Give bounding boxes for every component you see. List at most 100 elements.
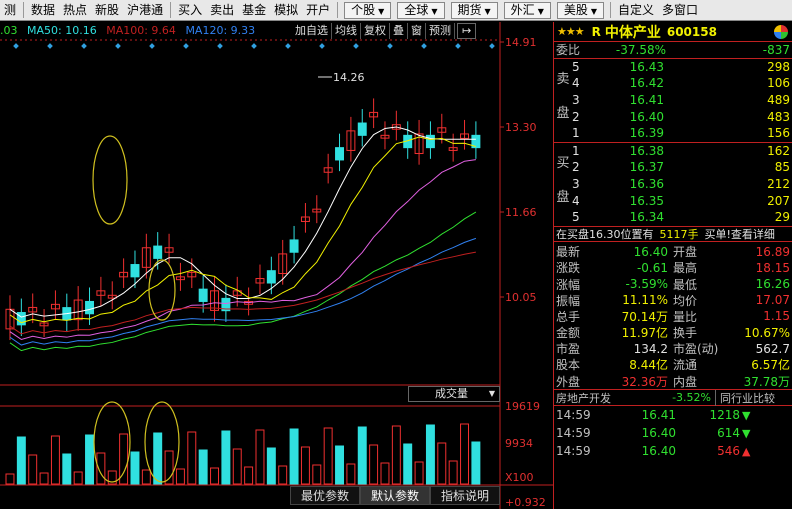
chevron-down-icon: ▼ (488, 389, 495, 398)
tick-volume: 614 (717, 426, 740, 441)
buy-level-row[interactable]: 5 16.34 29 (554, 209, 792, 226)
default-params-button[interactable]: 默认参数 (360, 486, 431, 505)
toolbar-item-ipo[interactable]: 新股 (91, 1, 123, 20)
sell-side-char: 卖 (556, 71, 570, 87)
indicator-help-button[interactable]: 指标说明 (430, 486, 501, 505)
candle-body (335, 147, 344, 161)
overlay-button[interactable]: 叠 (390, 23, 408, 39)
volume-bar (153, 432, 163, 485)
dropdown-global[interactable]: 全球 ▼ (397, 1, 445, 19)
ma-line-white (9, 126, 476, 318)
volume-indicator-select[interactable]: 成交量 ▼ (408, 386, 500, 402)
highlight-ellipse (148, 259, 176, 321)
industry-compare-button[interactable]: 同行业比较 (715, 389, 792, 406)
marker-diamond (47, 43, 53, 49)
marker-diamond (217, 43, 223, 49)
buy-level-row[interactable]: 3 16.36 212 (554, 176, 792, 193)
volume-bar (357, 426, 367, 485)
margin-mark: R (591, 24, 601, 39)
toolbar-item-multi-window[interactable]: 多窗口 (658, 1, 702, 20)
buy-level-number: 1 (572, 143, 580, 158)
quote-value: 1.15 (763, 309, 790, 324)
stock-header: ★★★ R 中体产业 600158 (554, 22, 792, 42)
toolbar-item-data[interactable]: 数据 (27, 1, 59, 20)
buy-level-number: 3 (572, 177, 580, 192)
dropdown-us-stocks[interactable]: 美股 ▼ (556, 1, 605, 19)
buy-level-volume: 207 (767, 193, 790, 208)
dropdown-futures-label: 期货 (457, 2, 482, 17)
dropdown-forex[interactable]: 外汇 ▼ (503, 1, 551, 19)
sell-level-volume: 298 (767, 59, 790, 74)
buy-side-char: 买 (556, 155, 570, 171)
pie-chart-icon[interactable] (774, 25, 788, 39)
window-button[interactable]: 窗 (408, 23, 426, 39)
sell-level-row[interactable]: 2 16.40 483 (554, 108, 792, 125)
ma100-value: MA100: 9.64 (106, 24, 176, 37)
buy-rows: 1 16.38 162 2 16.37 85 3 16.36 212 4 16.35 207 5 16.3… (554, 143, 792, 226)
quote-value: 32.36万 (621, 374, 668, 389)
dropdown-futures[interactable]: 期货 ▼ (450, 1, 498, 19)
ma-line-magenta (9, 159, 476, 340)
candle-body (130, 264, 140, 278)
best-params-button[interactable]: 最优参数 (290, 486, 361, 505)
marker-diamond (455, 43, 461, 49)
marker-diamond (489, 43, 495, 49)
toolbar-item-buy[interactable]: 买入 (174, 1, 206, 20)
weibi-label: 委比 (556, 43, 581, 58)
volume-bar (391, 425, 401, 485)
volume-bar (289, 428, 299, 485)
buy-level-row[interactable]: 2 16.37 85 (554, 159, 792, 176)
sector-name[interactable]: 房地产开发 (554, 390, 639, 406)
tick-row: 14:59 16.41 1218 ▼ (554, 406, 792, 424)
quote-value: 11.11% (622, 293, 668, 308)
volume-bar (39, 472, 49, 485)
expand-arrow-icon[interactable]: ↦ (457, 23, 477, 39)
volume-bar (448, 460, 458, 485)
buy-level-row[interactable]: 1 16.38 162 (554, 143, 792, 160)
quote-row: 外盘 32.36万 内盘 37.78万 (554, 373, 792, 389)
sell-level-price: 16.42 (629, 76, 664, 91)
toolbar-item-open-account[interactable]: 开户 (302, 1, 334, 20)
ma-button[interactable]: 均线 (332, 23, 361, 39)
marker-diamond (319, 43, 325, 49)
quote-value: 16.40 (633, 244, 668, 259)
sell-level-row[interactable]: 3 16.41 489 (554, 92, 792, 109)
add-watchlist-button[interactable]: 加自选 (292, 23, 332, 39)
toolbar-item-simulate[interactable]: 模拟 (270, 1, 302, 20)
position-notice[interactable]: 在买盘16.30位置有 5117手 买单!查看详细 (554, 227, 792, 242)
arrow-down-icon: ▼ (742, 426, 751, 440)
toolbar-item-hot[interactable]: 热点 (59, 1, 91, 20)
volume-bar (414, 461, 424, 485)
sell-level-row[interactable]: 4 16.42 106 (554, 75, 792, 92)
kline-chart[interactable]: 14.26 (0, 22, 553, 509)
quote-row: 涨幅 -3.59% 最低 16.26 (554, 276, 792, 292)
arrow-up-icon: ▲ (742, 444, 751, 458)
quote-value: 562.7 (755, 341, 790, 356)
tick-time: 14:59 (556, 426, 591, 441)
volume-bar (210, 467, 220, 485)
buy-level-volume: 85 (774, 160, 790, 175)
toolbar-item-hk-connect[interactable]: 沪港通 (123, 1, 167, 20)
candle-body (425, 134, 435, 149)
buy-level-number: 5 (572, 210, 580, 225)
tick-price: 16.40 (641, 426, 676, 441)
toolbar-cut-item[interactable]: 测 (0, 1, 20, 20)
volume-bar (16, 436, 26, 485)
toolbar-item-sell[interactable]: 卖出 (206, 1, 238, 20)
buy-level-row[interactable]: 4 16.35 207 (554, 192, 792, 209)
volume-bar (278, 465, 288, 485)
volume-bar (437, 442, 447, 485)
toolbar-item-custom[interactable]: 自定义 (614, 1, 658, 20)
volume-bar (28, 454, 38, 485)
sell-level-row[interactable]: 1 16.39 156 (554, 125, 792, 142)
forecast-button[interactable]: 预测 (426, 23, 455, 39)
adjust-button[interactable]: 复权 (361, 23, 390, 39)
dropdown-stock[interactable]: 个股 ▼ (344, 1, 392, 19)
arrow-down-icon: ▼ (742, 408, 751, 422)
toolbar-item-fund[interactable]: 基金 (238, 1, 270, 20)
quote-key: 流通 (673, 358, 698, 373)
sell-level-row[interactable]: 5 16.43 298 (554, 59, 792, 76)
volume-axis-label: 9934 (505, 437, 533, 450)
quote-key: 市盈 (556, 342, 581, 357)
quote-value: 18.15 (755, 260, 790, 275)
